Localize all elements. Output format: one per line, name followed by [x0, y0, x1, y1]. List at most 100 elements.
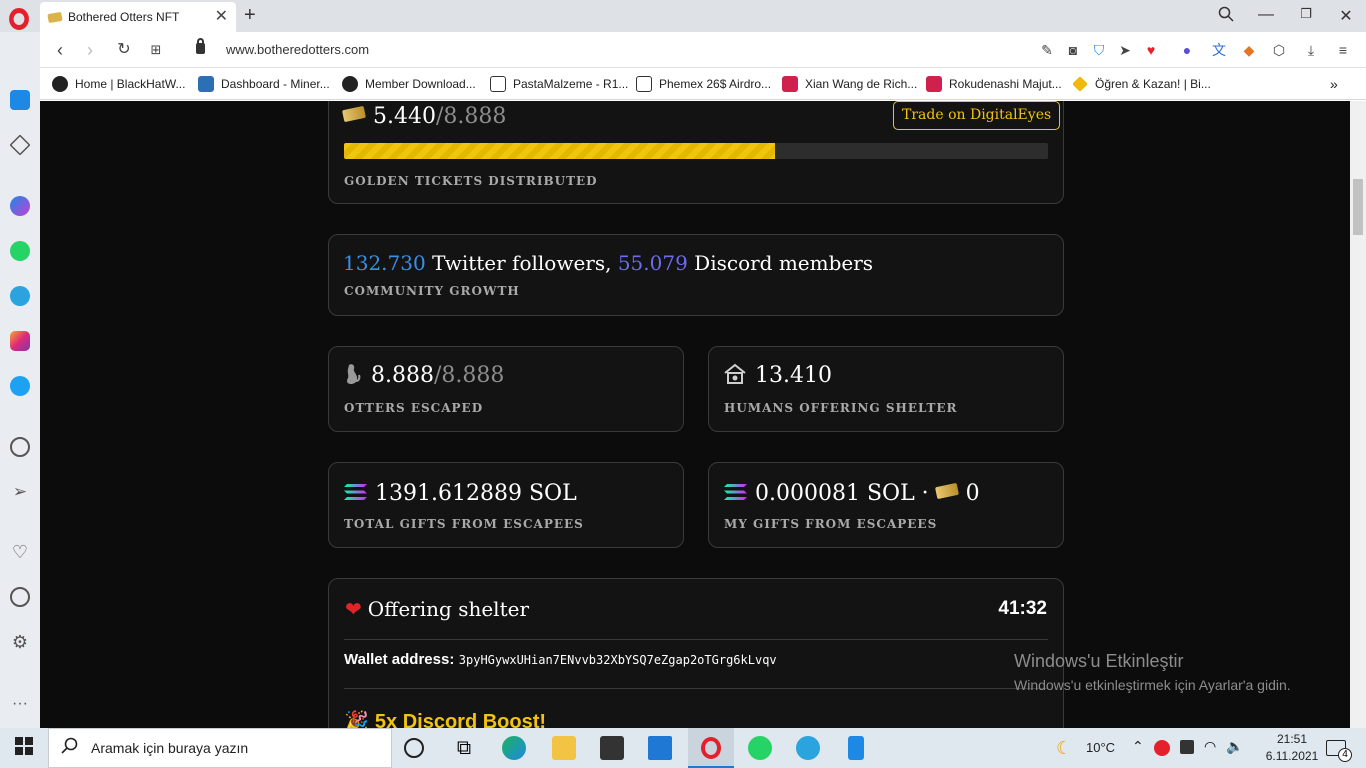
otters-value: 8.888/8.888: [343, 363, 504, 388]
download-icon[interactable]: ⤓: [1302, 41, 1320, 59]
notification-center-icon[interactable]: 4: [1326, 740, 1352, 762]
tab-close-icon[interactable]: ✕: [215, 9, 228, 25]
discord-boost-row: 🎉 5x Discord Boost!: [344, 709, 546, 728]
menu-icon[interactable]: ≡: [1334, 41, 1352, 59]
page-scrollbar[interactable]: [1350, 101, 1366, 728]
wifi-icon[interactable]: ◠: [1204, 738, 1228, 762]
edit-icon[interactable]: ✎: [1038, 41, 1056, 59]
discord-boost-text: 5x Discord Boost!: [374, 711, 547, 728]
trade-on-digitaleyes-button[interactable]: Trade on DigitalEyes: [893, 101, 1061, 130]
restore-icon[interactable]: ❐: [1296, 6, 1316, 22]
bookmarks-bar: Home | BlackHatW... Dashboard - Miner...…: [40, 68, 1366, 100]
tray-chevron-icon[interactable]: ⌃: [1132, 738, 1144, 755]
back-icon[interactable]: ‹: [50, 40, 70, 60]
weather-temp[interactable]: 10°C: [1086, 740, 1115, 755]
minimize-icon[interactable]: —: [1256, 6, 1276, 24]
battery-icon[interactable]: [1180, 740, 1194, 754]
twitter-icon[interactable]: [10, 376, 30, 396]
otters-total: /8.888: [433, 363, 505, 388]
instagram-icon[interactable]: [10, 331, 30, 351]
bookmark-favicon-icon: [926, 76, 942, 92]
tabs-grid-icon[interactable]: ⊞: [146, 40, 166, 60]
solana-icon: [343, 482, 369, 502]
tab-active[interactable]: Bothered Otters NFT ✕: [40, 2, 236, 32]
history-clock-icon[interactable]: [10, 587, 30, 607]
otters-label: OTTERS ESCAPED: [344, 401, 484, 415]
more-icon[interactable]: ···: [10, 696, 30, 717]
taskbar: Aramak için buraya yazın ⧉ ☾ 10°C ⌃ ◠ 🔈 …: [0, 728, 1366, 768]
url-field[interactable]: www.botheredotters.com: [226, 42, 369, 57]
settings-gear-icon[interactable]: ⚙: [10, 632, 30, 652]
send-icon[interactable]: ➤: [1116, 41, 1134, 59]
bookmark-item[interactable]: Rokudenashi Majut...: [926, 74, 1062, 94]
search-tabs-icon[interactable]: [1216, 6, 1236, 27]
taskbar-search[interactable]: Aramak için buraya yazın: [48, 728, 392, 768]
bookmark-favicon-icon: [636, 76, 652, 92]
golden-ticket-icon: [341, 105, 367, 123]
forward-icon[interactable]: ›: [80, 40, 100, 60]
heart-icon[interactable]: ♥: [1142, 41, 1160, 59]
mail-icon[interactable]: [648, 736, 672, 760]
tray-app-icon[interactable]: [1154, 740, 1170, 756]
my-gifts-value: 0.000081 SOL · 0: [723, 481, 980, 506]
discord-members-text: Discord members: [687, 251, 874, 275]
camera-icon[interactable]: ◙: [1064, 41, 1082, 59]
tickets-value: 5.440/8.888: [341, 104, 506, 129]
close-window-icon[interactable]: ✕: [1336, 6, 1356, 26]
wallet-label: Wallet address:: [344, 651, 455, 668]
bookmark-label: Xian Wang de Rich...: [805, 77, 918, 91]
bookmark-favicon-icon: [1072, 76, 1088, 92]
tab-bar: Bothered Otters NFT ✕ + — ❐ ✕: [0, 0, 1366, 32]
telegram-icon[interactable]: [10, 286, 30, 306]
windows-start-icon[interactable]: [14, 736, 38, 760]
player-icon[interactable]: [10, 437, 30, 457]
sidebar: ➢ ♡ ⚙ ···: [0, 32, 40, 728]
extension-icon[interactable]: ●: [1178, 41, 1196, 59]
file-explorer-icon[interactable]: [552, 736, 576, 760]
messenger-icon[interactable]: [10, 196, 30, 216]
phone-icon[interactable]: [848, 736, 864, 760]
shield-icon[interactable]: ⛉: [1090, 41, 1108, 59]
cortana-icon[interactable]: [404, 738, 424, 758]
weather-moon-icon[interactable]: ☾: [1056, 736, 1080, 760]
reload-icon[interactable]: ↻: [114, 40, 134, 60]
tickets-progress-fill: [344, 143, 775, 159]
wallet-address[interactable]: 3pyHGywxUHian7ENvvb32XbYSQ7eZgap2oTGrg6k…: [459, 653, 777, 667]
whatsapp-taskbar-icon[interactable]: [748, 736, 772, 760]
store-icon[interactable]: [600, 736, 624, 760]
star-icon[interactable]: [9, 134, 31, 156]
opera-logo-icon[interactable]: [9, 8, 29, 30]
translate-icon[interactable]: 文: [1210, 41, 1228, 59]
bookmark-favicon-icon: [782, 76, 798, 92]
clock-time: 21:51: [1276, 732, 1308, 746]
home-icon[interactable]: [10, 90, 30, 110]
task-view-icon[interactable]: ⧉: [452, 736, 476, 760]
bookmark-item[interactable]: Xian Wang de Rich...: [782, 74, 917, 94]
clock[interactable]: 21:51 6.11.2021: [1262, 731, 1322, 765]
lock-icon[interactable]: [196, 38, 205, 54]
favorites-heart-icon[interactable]: ♡: [10, 542, 30, 562]
bookmark-item[interactable]: Home | BlackHatW...: [52, 74, 185, 94]
bookmark-item[interactable]: Phemex 26$ Airdro...: [636, 74, 771, 94]
bookmark-item[interactable]: Dashboard - Miner...: [198, 74, 330, 94]
new-tab-icon[interactable]: +: [244, 4, 256, 27]
cube-icon[interactable]: ⬡: [1270, 41, 1288, 59]
bookmark-item[interactable]: Öğren & Kazan! | Bi...: [1072, 74, 1211, 94]
opera-taskbar-active[interactable]: [688, 728, 734, 768]
shelter-timer: 41:32: [998, 598, 1047, 619]
bookmark-item[interactable]: Member Download...: [342, 74, 476, 94]
telegram-taskbar-icon[interactable]: [796, 736, 820, 760]
volume-icon[interactable]: 🔈: [1226, 738, 1250, 762]
bookmark-item[interactable]: PastaMalzeme - R1...: [490, 74, 628, 94]
otters-escaped-card: 8.888/8.888 OTTERS ESCAPED: [328, 346, 684, 432]
community-label: COMMUNITY GROWTH: [344, 284, 520, 298]
whatsapp-icon[interactable]: [10, 241, 30, 261]
scrollbar-thumb[interactable]: [1353, 179, 1363, 235]
edge-icon[interactable]: [502, 736, 526, 760]
total-gifts-amount: 1391.612889 SOL: [375, 481, 577, 506]
golden-tickets-card: 5.440/8.888 Trade on DigitalEyes GOLDEN …: [328, 101, 1064, 204]
bookmarks-more-icon[interactable]: »: [1330, 74, 1338, 94]
metamask-icon[interactable]: ◆: [1240, 41, 1258, 59]
shelter-title: Offering shelter: [367, 597, 530, 621]
send-sidebar-icon[interactable]: ➢: [10, 482, 30, 502]
